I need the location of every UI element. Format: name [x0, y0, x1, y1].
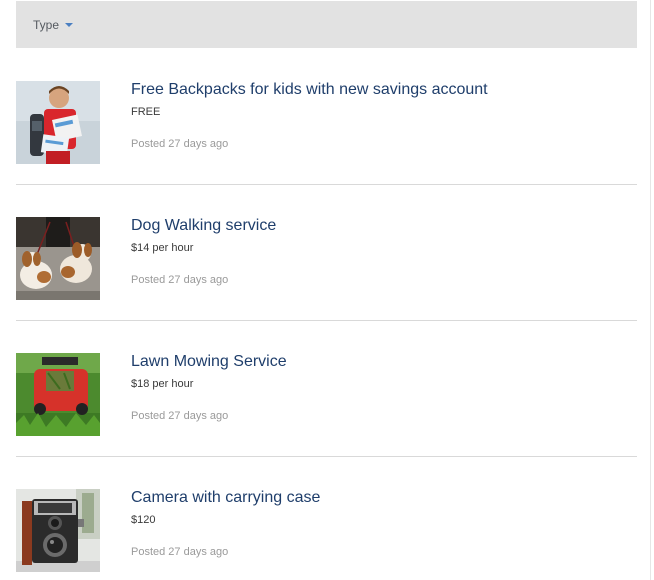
listing-title[interactable]: Lawn Mowing Service — [131, 352, 637, 372]
vintage-camera-photo — [16, 489, 100, 572]
listing-title[interactable]: Free Backpacks for kids with new savings… — [131, 80, 637, 100]
scroll-edge — [650, 0, 651, 580]
listing-item[interactable]: Lawn Mowing Service $18 per hour Posted … — [16, 321, 637, 457]
listing-price: $120 — [131, 514, 156, 526]
listing-posted-time: Posted 27 days ago — [131, 410, 229, 422]
listing-item[interactable]: Free Backpacks for kids with new savings… — [16, 49, 637, 185]
listing-info: Dog Walking service $14 per hour Posted … — [131, 217, 637, 287]
listing-item[interactable]: Dog Walking service $14 per hour Posted … — [16, 185, 637, 321]
listing-price: $14 per hour — [131, 242, 194, 254]
filter-bar: Type — [16, 1, 637, 48]
listing-item[interactable]: Camera with carrying case $120 Posted 27… — [16, 457, 637, 580]
red-lawn-mower-photo — [16, 353, 100, 436]
child-with-backpack-photo — [16, 81, 100, 164]
listing-title[interactable]: Camera with carrying case — [131, 488, 637, 508]
listing-info: Free Backpacks for kids with new savings… — [131, 81, 637, 151]
listing-posted-time: Posted 27 days ago — [131, 546, 229, 558]
listing-title[interactable]: Dog Walking service — [131, 216, 637, 236]
type-filter-dropdown[interactable]: Type — [33, 17, 74, 32]
listing-price: FREE — [131, 106, 161, 118]
dogs-on-leash-photo — [16, 217, 100, 300]
listing-info: Camera with carrying case $120 Posted 27… — [131, 489, 637, 559]
type-filter-label: Type — [33, 17, 60, 32]
listing-price: $18 per hour — [131, 378, 194, 390]
listing-thumbnail[interactable] — [16, 217, 100, 300]
listing-thumbnail[interactable] — [16, 353, 100, 436]
page: Type Free Backpacks for kids with new sa… — [0, 0, 654, 580]
listing-thumbnail[interactable] — [16, 81, 100, 164]
listing-posted-time: Posted 27 days ago — [131, 274, 229, 286]
listing-thumbnail[interactable] — [16, 489, 100, 572]
caret-down-icon — [65, 23, 74, 27]
listing-posted-time: Posted 27 days ago — [131, 138, 229, 150]
listing-info: Lawn Mowing Service $18 per hour Posted … — [131, 353, 637, 423]
